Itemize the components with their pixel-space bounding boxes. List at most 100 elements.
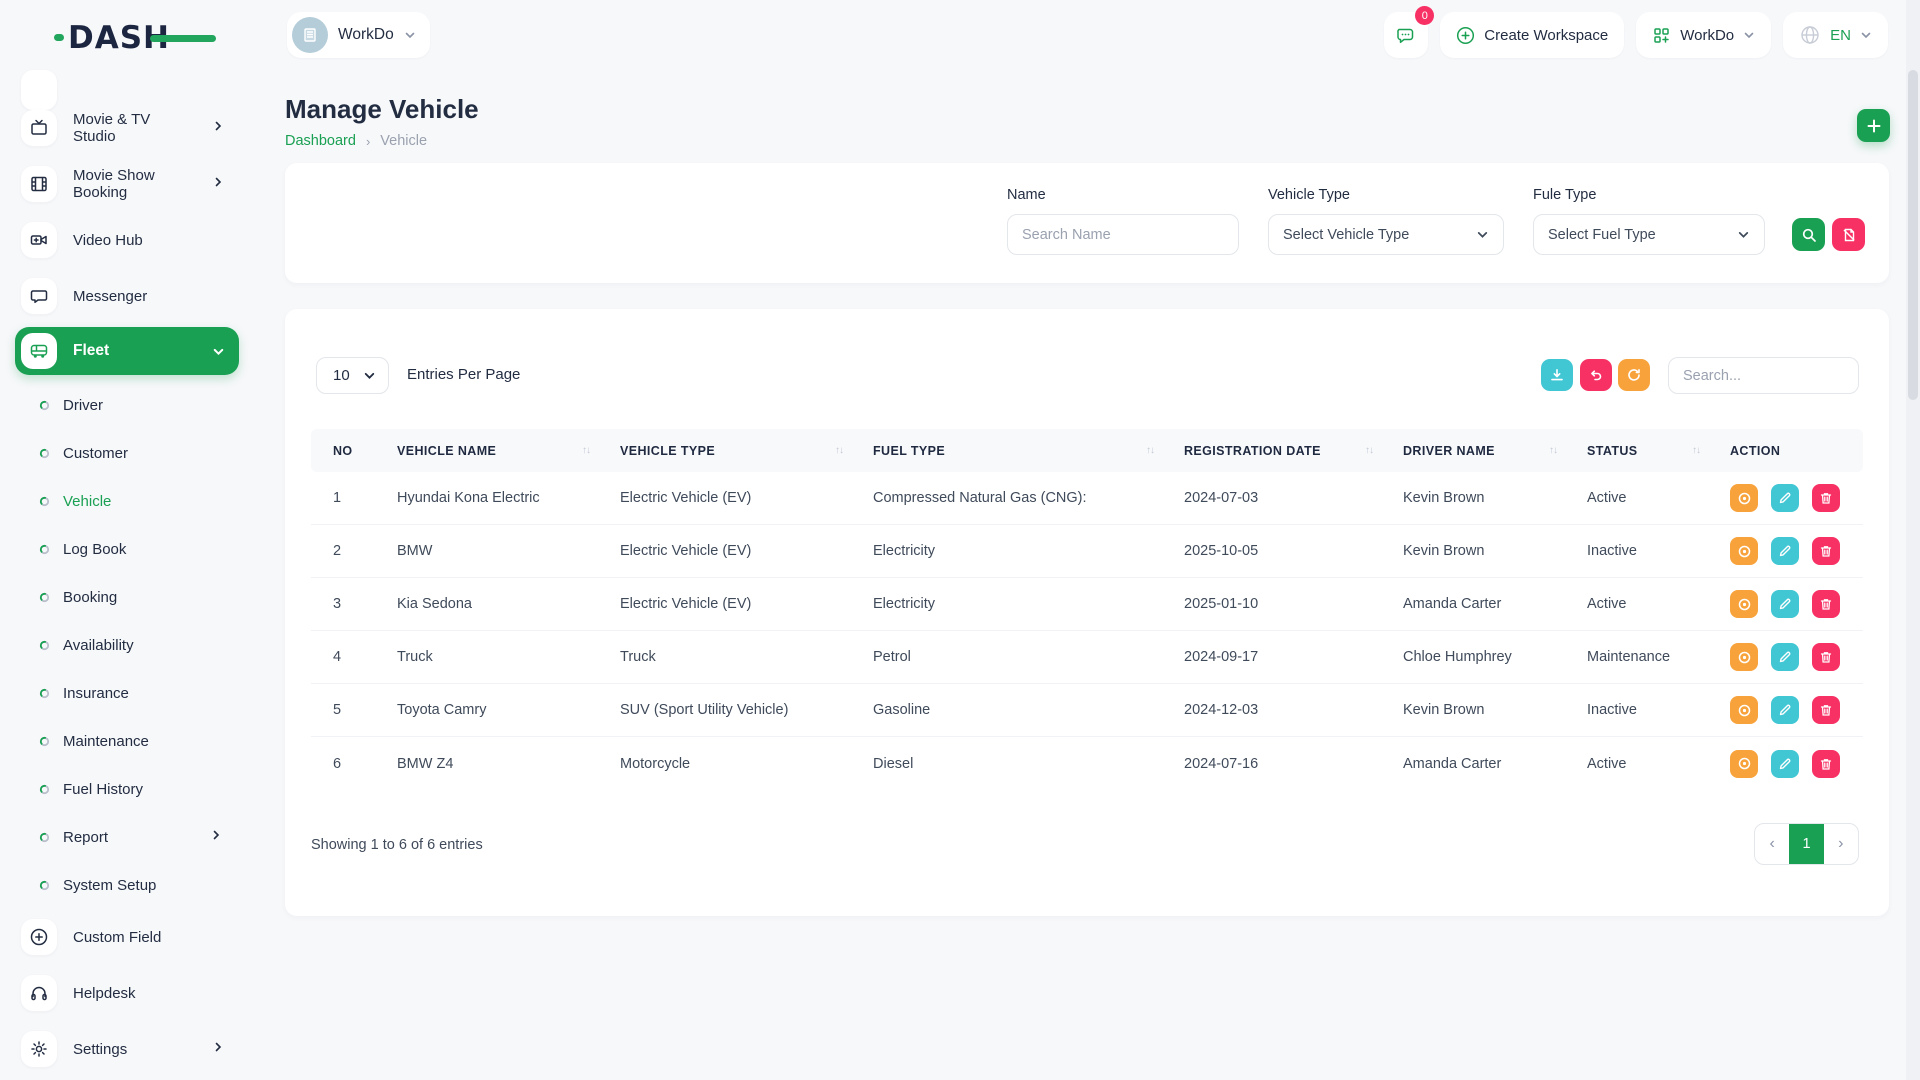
delete-button[interactable]	[1812, 750, 1840, 778]
scrollbar-thumb[interactable]	[1908, 70, 1918, 400]
view-button[interactable]	[1730, 590, 1758, 618]
delete-button[interactable]	[1812, 590, 1840, 618]
pagination-next-button[interactable]: ›	[1824, 824, 1858, 864]
refresh-button[interactable]	[1618, 359, 1650, 391]
create-workspace-label: Create Workspace	[1484, 27, 1608, 44]
sidebar-item-video-hub[interactable]: Video Hub	[21, 222, 256, 258]
filter-fuel-type-select[interactable]: Select Fuel Type	[1533, 214, 1765, 255]
view-button[interactable]	[1730, 750, 1758, 778]
sidebar-item-label: Report	[63, 829, 108, 846]
filter-clear-button[interactable]	[1832, 218, 1865, 251]
sidebar-item-fleet[interactable]: Fleet	[15, 327, 239, 375]
account-label: WorkDo	[1680, 27, 1734, 44]
view-button[interactable]	[1730, 696, 1758, 724]
delete-button[interactable]	[1812, 643, 1840, 671]
sidebar-item-label: Custom Field	[73, 929, 161, 946]
column-header-registration-date[interactable]: REGISTRATION DATE↑↓	[1162, 444, 1381, 458]
column-header-driver-name[interactable]: DRIVER NAME↑↓	[1381, 444, 1565, 458]
sidebar-item-log-book[interactable]: Log Book	[0, 525, 256, 573]
sort-icon[interactable]: ↑↓	[835, 445, 843, 456]
create-workspace-button[interactable]: Create Workspace	[1440, 12, 1624, 58]
view-button[interactable]	[1730, 484, 1758, 512]
sidebar-item-availability[interactable]: Availability	[0, 621, 256, 669]
sidebar-item-report[interactable]: Report	[0, 813, 256, 861]
cell-vehicle-type: Electric Vehicle (EV)	[598, 490, 851, 506]
sidebar-item-custom-field[interactable]: Custom Field	[21, 919, 256, 955]
cell-registration-date: 2024-12-03	[1162, 702, 1381, 718]
delete-button[interactable]	[1812, 696, 1840, 724]
chevron-right-icon	[210, 828, 222, 846]
edit-button[interactable]	[1771, 484, 1799, 512]
sort-icon[interactable]: ↑↓	[1365, 445, 1373, 456]
edit-button[interactable]	[1771, 643, 1799, 671]
filter-name-input[interactable]	[1007, 214, 1239, 255]
pagination-page-1[interactable]: 1	[1789, 824, 1823, 864]
sidebar-item-system-setup[interactable]: System Setup	[0, 861, 256, 909]
export-button[interactable]	[1541, 359, 1573, 391]
sidebar-item-movie-show-booking[interactable]: Movie Show Booking	[21, 166, 256, 202]
sidebar-item-label: Movie Show Booking	[73, 167, 196, 201]
pagination-prev-button[interactable]: ‹	[1755, 824, 1789, 864]
cell-fuel-type: Electricity	[851, 543, 1162, 559]
delete-button[interactable]	[1812, 484, 1840, 512]
video-camera-icon	[21, 222, 57, 258]
sidebar-item-settings[interactable]: Settings	[21, 1031, 256, 1067]
cell-vehicle-type: SUV (Sport Utility Vehicle)	[598, 702, 851, 718]
sidebar-item-maintenance[interactable]: Maintenance	[0, 717, 256, 765]
add-vehicle-button[interactable]	[1857, 109, 1890, 142]
table-row: 3Kia SedonaElectric Vehicle (EV)Electric…	[311, 578, 1863, 631]
sidebar-item-fuel-history[interactable]: Fuel History	[0, 765, 256, 813]
sidebar-item-helpdesk[interactable]: Helpdesk	[21, 975, 256, 1011]
cell-no: 5	[311, 702, 375, 718]
scrollbar-track[interactable]	[1906, 0, 1920, 1080]
language-selector[interactable]: EN	[1783, 12, 1888, 58]
column-header-fuel-type[interactable]: FUEL TYPE↑↓	[851, 444, 1162, 458]
edit-button[interactable]	[1771, 750, 1799, 778]
column-header-action: ACTION	[1708, 444, 1863, 458]
showing-entries-text: Showing 1 to 6 of 6 entries	[311, 837, 483, 853]
table-body: 1Hyundai Kona ElectricElectric Vehicle (…	[311, 472, 1863, 790]
table-search-input[interactable]	[1668, 357, 1859, 394]
sidebar-item-label: Log Book	[63, 541, 126, 558]
sidebar-item-label: Messenger	[73, 288, 147, 305]
view-button[interactable]	[1730, 537, 1758, 565]
sort-icon[interactable]: ↑↓	[582, 445, 590, 456]
filter-search-button[interactable]	[1792, 218, 1825, 251]
column-header-status[interactable]: STATUS↑↓	[1565, 444, 1708, 458]
account-menu[interactable]: WorkDo	[1636, 12, 1771, 58]
sidebar-item-booking[interactable]: Booking	[0, 573, 256, 621]
bullet-icon	[39, 496, 50, 507]
entries-per-page-select[interactable]: 10	[316, 357, 389, 394]
undo-button[interactable]	[1580, 359, 1612, 391]
clear-filter-icon	[1841, 227, 1857, 243]
cell-driver-name: Amanda Carter	[1381, 756, 1565, 772]
sidebar-item-customer[interactable]: Customer	[0, 429, 256, 477]
filter-vehicle-type-select[interactable]: Select Vehicle Type	[1268, 214, 1504, 255]
sidebar-item-vehicle[interactable]: Vehicle	[0, 477, 256, 525]
cell-status: Maintenance	[1565, 649, 1708, 665]
cell-status: Active	[1565, 596, 1708, 612]
manage-vehicle-page: DASH WorkDo 0 Create Workspace WorkDo EN	[0, 0, 1920, 1080]
sort-icon[interactable]: ↑↓	[1549, 445, 1557, 456]
chat-button[interactable]: 0	[1384, 12, 1428, 58]
sidebar-item-movie-tv-studio[interactable]: Movie & TV Studio	[21, 110, 256, 146]
sort-icon[interactable]: ↑↓	[1146, 445, 1154, 456]
edit-button[interactable]	[1771, 590, 1799, 618]
breadcrumb-dashboard-link[interactable]: Dashboard	[285, 133, 356, 149]
sort-icon[interactable]: ↑↓	[1692, 445, 1700, 456]
cell-actions	[1708, 484, 1863, 512]
edit-button[interactable]	[1771, 537, 1799, 565]
headphones-icon	[21, 975, 57, 1011]
edit-button[interactable]	[1771, 696, 1799, 724]
column-header-vehicle-name[interactable]: VEHICLE NAME↑↓	[375, 444, 598, 458]
delete-button[interactable]	[1812, 537, 1840, 565]
chevron-down-icon	[1860, 29, 1872, 41]
sidebar-item-messenger[interactable]: Messenger	[21, 278, 256, 314]
sidebar-item-insurance[interactable]: Insurance	[0, 669, 256, 717]
column-header-vehicle-type[interactable]: VEHICLE TYPE↑↓	[598, 444, 851, 458]
sidebar-item-driver[interactable]: Driver	[0, 381, 256, 429]
cell-registration-date: 2025-01-10	[1162, 596, 1381, 612]
view-button[interactable]	[1730, 643, 1758, 671]
workspace-switcher[interactable]: WorkDo	[287, 12, 430, 58]
page-title: Manage Vehicle	[285, 94, 479, 125]
